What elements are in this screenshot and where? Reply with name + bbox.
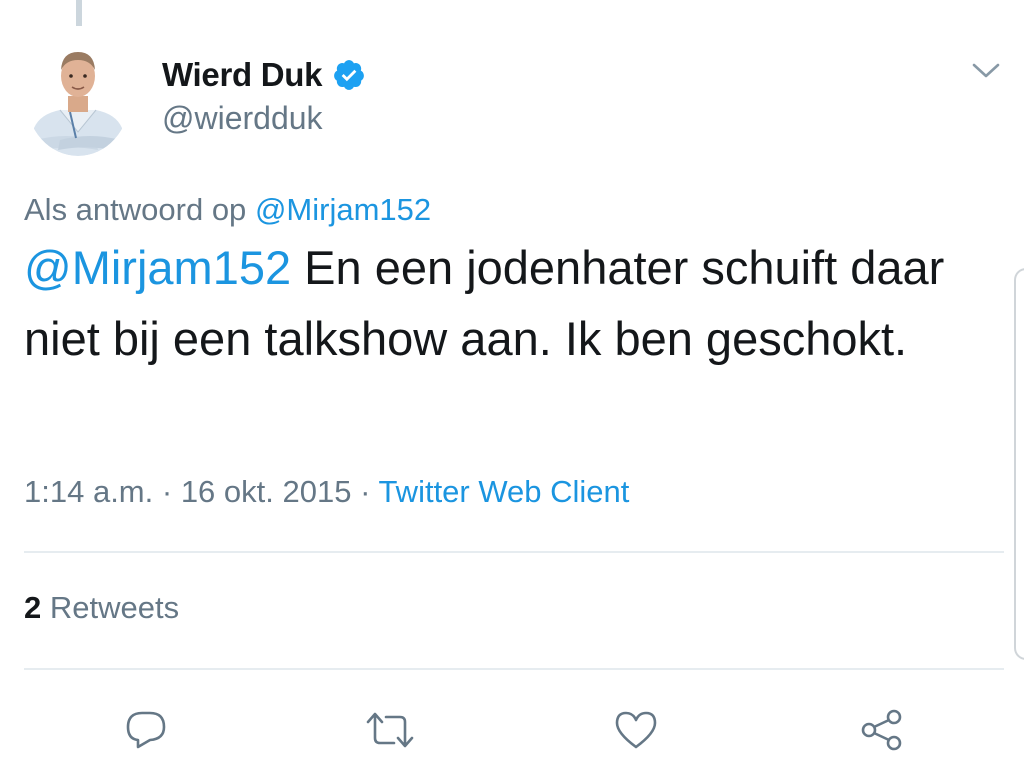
tweet-mention-link[interactable]: @Mirjam152 bbox=[24, 241, 291, 294]
share-button[interactable] bbox=[852, 700, 912, 760]
thread-connector-line bbox=[76, 0, 82, 26]
tweet-text: @Mirjam152 En een jodenhater schuift daa… bbox=[24, 232, 984, 374]
retweet-button[interactable] bbox=[360, 700, 420, 760]
retweet-count: 2 bbox=[24, 590, 42, 625]
share-icon bbox=[861, 709, 902, 751]
reply-button[interactable] bbox=[116, 700, 176, 760]
reply-context-prefix: Als antwoord op bbox=[24, 192, 247, 227]
retweet-stats[interactable]: 2 Retweets bbox=[24, 590, 179, 626]
profile-photo-icon bbox=[26, 40, 130, 156]
author-display-name[interactable]: Wierd Duk bbox=[162, 56, 323, 94]
side-panel-edge bbox=[1014, 268, 1024, 660]
retweet-icon bbox=[366, 712, 414, 748]
reply-context: Als antwoord op @Mirjam152 bbox=[24, 192, 431, 228]
retweet-label: Retweets bbox=[49, 590, 180, 625]
tweet-source-link[interactable]: Twitter Web Client bbox=[378, 474, 629, 509]
divider bbox=[24, 551, 1004, 553]
heart-icon bbox=[615, 711, 657, 749]
meta-separator: · bbox=[153, 474, 181, 509]
meta-separator: · bbox=[351, 474, 379, 509]
avatar[interactable] bbox=[26, 40, 130, 156]
chevron-down-icon[interactable] bbox=[968, 56, 1004, 86]
verified-badge-icon bbox=[332, 58, 366, 92]
tweet-date: 16 okt. 2015 bbox=[180, 474, 352, 509]
tweet-detail-screen: Wierd Duk @wierdduk Als antwoord op @Mir… bbox=[0, 0, 1024, 770]
tweet-meta: 1:14 a.m. · 16 okt. 2015 · Twitter Web C… bbox=[24, 474, 629, 510]
author-name-row[interactable]: Wierd Duk bbox=[162, 55, 366, 95]
divider bbox=[24, 668, 1004, 670]
reply-context-mention[interactable]: @Mirjam152 bbox=[255, 192, 431, 227]
author-handle[interactable]: @wierdduk bbox=[162, 100, 323, 137]
tweet-action-bar bbox=[0, 700, 1024, 760]
tweet-time: 1:14 a.m. bbox=[24, 474, 154, 509]
reply-icon bbox=[126, 711, 166, 749]
like-button[interactable] bbox=[606, 700, 666, 760]
